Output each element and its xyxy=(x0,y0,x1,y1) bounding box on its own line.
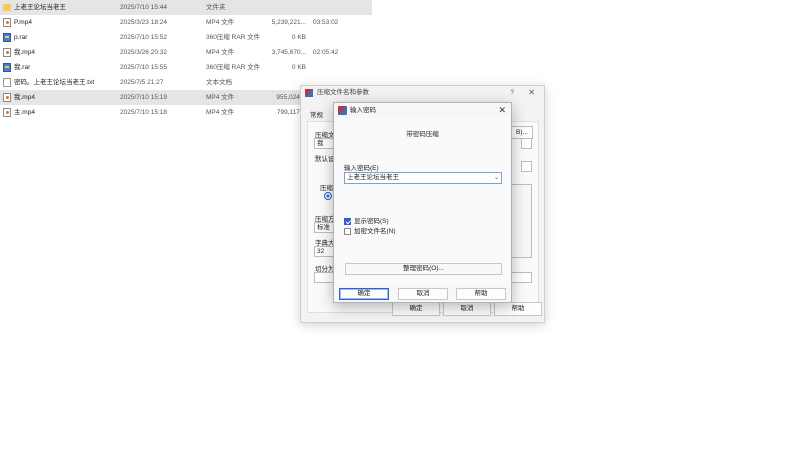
file-size: 799,117 K xyxy=(276,109,306,116)
file-name: 我.mp4 xyxy=(14,94,35,101)
file-name: 密码。上老王论坛当老王.txt xyxy=(14,79,95,86)
winrar-icon xyxy=(338,106,347,115)
file-name: 我.mp4 xyxy=(14,49,35,56)
archive-cancel-button[interactable]: 取消 xyxy=(443,302,491,316)
file-row[interactable]: 我.rar 2025/7/10 15:55 360压缩 RAR 文件 0 KB xyxy=(0,60,372,75)
close-icon[interactable]: ✕ xyxy=(528,86,535,100)
dictionary-value: 32 xyxy=(317,248,325,255)
show-password-label[interactable]: 显示密码(S) xyxy=(354,218,389,226)
file-size: 5,239,221... xyxy=(271,19,306,26)
help-icon[interactable]: ? xyxy=(510,86,514,100)
help-button[interactable]: 帮助 xyxy=(456,288,506,300)
file-date: 2025/7/10 15:18 xyxy=(120,109,167,116)
archive-help-button[interactable]: 帮助 xyxy=(494,302,542,316)
encrypt-filenames-checkbox[interactable] xyxy=(344,228,351,235)
password-value: 上老王论坛当老王 xyxy=(347,174,399,181)
file-date: 2025/7/10 15:44 xyxy=(120,4,167,11)
rar-file-icon xyxy=(3,33,11,42)
file-type: MP4 文件 xyxy=(206,109,235,116)
format-radio[interactable] xyxy=(324,192,332,200)
file-type: MP4 文件 xyxy=(206,94,235,101)
password-label: 输入密码(E) xyxy=(344,165,379,172)
format-label: 压缩 xyxy=(320,185,333,192)
mp4-file-icon xyxy=(3,48,11,57)
encrypt-filenames-label[interactable]: 加密文件名(N) xyxy=(354,228,396,236)
archive-params-title: 压缩文件名和参数 xyxy=(317,89,369,96)
file-name: p.rar xyxy=(14,34,28,41)
file-size: 3,745,670... xyxy=(271,49,306,56)
options-group xyxy=(511,184,532,258)
password-titlebar[interactable]: 输入密码 ✕ xyxy=(334,103,511,118)
archive-name-value: 我 xyxy=(317,140,324,147)
chevron-down-icon[interactable]: ⌄ xyxy=(494,173,499,183)
file-name: 上老王论坛当老王 xyxy=(14,4,66,11)
file-name: 主.mp4 xyxy=(14,109,35,116)
ok-button[interactable]: 确定 xyxy=(339,288,389,300)
file-duration: 02:05:42 xyxy=(313,49,339,56)
file-date: 2025/3/26 20:32 xyxy=(120,49,167,56)
mp4-file-icon xyxy=(3,108,11,117)
method-value: 标准 xyxy=(317,224,330,231)
folder-icon xyxy=(3,4,11,11)
default-profile-label: 默认设 xyxy=(315,156,335,163)
file-size: 0 KB xyxy=(291,34,306,41)
file-row[interactable]: 我.mp4 2025/3/26 20:32 MP4 文件 3,745,670... 02… xyxy=(0,45,372,60)
file-row[interactable]: 上老王论坛当老王 2025/7/10 15:44 文件夹 xyxy=(0,0,372,15)
winrar-icon xyxy=(305,89,313,97)
file-type: 文本文档 xyxy=(206,79,232,86)
cancel-button[interactable]: 取消 xyxy=(398,288,448,300)
file-date: 2025/7/10 15:19 xyxy=(120,94,167,101)
password-body: 带密码压缩 输入密码(E) 上老王论坛当老王 ⌄ 显示密码(S) 加密文件名(N… xyxy=(335,118,510,286)
file-name: 我.rar xyxy=(14,64,31,71)
organize-passwords-button[interactable]: 整理密码(O)... xyxy=(345,263,502,275)
password-heading: 带密码压缩 xyxy=(406,131,439,138)
show-password-checkbox[interactable] xyxy=(344,218,351,225)
file-size: 0 KB xyxy=(291,64,306,71)
file-duration: 03:53:02 xyxy=(313,19,339,26)
file-type: 文件夹 xyxy=(206,4,226,11)
file-date: 2025/7/5 21:27 xyxy=(120,79,164,86)
file-name: P.mp4 xyxy=(14,19,32,26)
mp4-file-icon xyxy=(3,93,11,102)
profile-dropdown[interactable] xyxy=(521,161,532,172)
text-file-icon xyxy=(3,78,11,87)
rar-file-icon xyxy=(3,63,11,72)
file-date: 2025/3/23 18:24 xyxy=(120,19,167,26)
password-dialog-title: 输入密码 xyxy=(350,107,376,114)
archive-params-titlebar[interactable]: 压缩文件名和参数 ? ✕ xyxy=(301,86,544,100)
file-type: MP4 文件 xyxy=(206,19,235,26)
password-dialog: 输入密码 ✕ 带密码压缩 输入密码(E) 上老王论坛当老王 ⌄ 显示密码(S) … xyxy=(333,102,512,303)
file-row[interactable]: p.rar 2025/7/10 15:52 360压缩 RAR 文件 0 KB xyxy=(0,30,372,45)
file-date: 2025/7/10 15:55 xyxy=(120,64,167,71)
tab-general[interactable]: 常规 xyxy=(310,109,323,119)
archive-name-dropdown[interactable] xyxy=(521,138,532,149)
mp4-file-icon xyxy=(3,18,11,27)
file-row[interactable]: P.mp4 2025/3/23 18:24 MP4 文件 5,239,221... 03… xyxy=(0,15,372,30)
file-date: 2025/7/10 15:52 xyxy=(120,34,167,41)
file-type: MP4 文件 xyxy=(206,49,235,56)
password-input[interactable]: 上老王论坛当老王 ⌄ xyxy=(344,172,502,184)
close-icon[interactable]: ✕ xyxy=(498,103,506,118)
archive-ok-button[interactable]: 确定 xyxy=(392,302,440,316)
file-size: 955,024 K xyxy=(276,94,306,101)
